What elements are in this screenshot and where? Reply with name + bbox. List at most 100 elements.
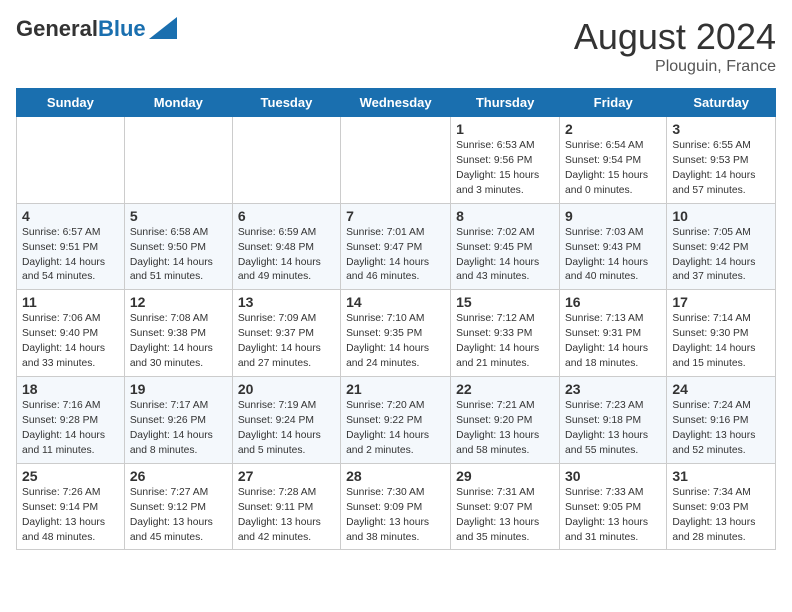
logo-triangle-icon xyxy=(149,17,177,39)
calendar-cell: 2 Sunrise: 6:54 AMSunset: 9:54 PMDaylight… xyxy=(560,117,667,204)
day-info: Sunrise: 7:02 AMSunset: 9:45 PMDaylight:… xyxy=(456,226,554,286)
calendar-cell: 30 Sunrise: 7:33 AMSunset: 9:05 PMDayligh… xyxy=(560,463,667,550)
day-number: 12 xyxy=(130,294,227,310)
calendar-cell: 6Sunrise: 6:59 AMSunset: 9:48 PMDaylight… xyxy=(232,203,340,290)
day-number: 2 xyxy=(565,121,661,137)
day-number: 18 xyxy=(22,381,119,397)
day-number: 23 xyxy=(565,381,661,397)
weekday-header-monday: Monday xyxy=(124,89,232,117)
calendar-cell: 20 Sunrise: 7:19 AMSunset: 9:24 PMDayligh… xyxy=(232,377,340,464)
day-info: Sunrise: 7:33 AMSunset: 9:05 PMDaylight:… xyxy=(565,486,661,546)
calendar-cell: 9 Sunrise: 7:03 AMSunset: 9:43 PMDaylight… xyxy=(560,203,667,290)
calendar-cell: 12 Sunrise: 7:08 AMSunset: 9:38 PMDayligh… xyxy=(124,290,232,377)
day-number: 21 xyxy=(346,381,445,397)
calendar-cell: 18 Sunrise: 7:16 AMSunset: 9:28 PMDayligh… xyxy=(17,377,125,464)
day-number: 24 xyxy=(672,381,770,397)
day-number: 20 xyxy=(238,381,335,397)
calendar-cell: 14 Sunrise: 7:10 AMSunset: 9:35 PMDayligh… xyxy=(341,290,451,377)
logo: General Blue xyxy=(16,16,177,42)
day-info: Sunrise: 7:03 AMSunset: 9:43 PMDaylight:… xyxy=(565,226,661,286)
day-info: Sunrise: 7:23 AMSunset: 9:18 PMDaylight:… xyxy=(565,399,661,459)
calendar-cell: 27Sunrise: 7:28 AMSunset: 9:11 PMDayligh… xyxy=(232,463,340,550)
calendar-cell: 13Sunrise: 7:09 AMSunset: 9:37 PMDayligh… xyxy=(232,290,340,377)
day-number: 9 xyxy=(565,208,661,224)
calendar-cell: 15 Sunrise: 7:12 AMSunset: 9:33 PMDayligh… xyxy=(451,290,560,377)
day-number: 8 xyxy=(456,208,554,224)
day-info: Sunrise: 7:17 AMSunset: 9:26 PMDaylight:… xyxy=(130,399,227,459)
weekday-header-sunday: Sunday xyxy=(17,89,125,117)
calendar-cell: 26 Sunrise: 7:27 AMSunset: 9:12 PMDayligh… xyxy=(124,463,232,550)
day-number: 29 xyxy=(456,468,554,484)
day-number: 16 xyxy=(565,294,661,310)
day-info: Sunrise: 7:20 AMSunset: 9:22 PMDaylight:… xyxy=(346,399,445,459)
day-info: Sunrise: 7:19 AMSunset: 9:24 PMDaylight:… xyxy=(238,399,335,459)
calendar-cell: 17 Sunrise: 7:14 AMSunset: 9:30 PMDayligh… xyxy=(667,290,776,377)
day-info: Sunrise: 7:16 AMSunset: 9:28 PMDaylight:… xyxy=(22,399,119,459)
day-number: 3 xyxy=(672,121,770,137)
calendar-cell: 23 Sunrise: 7:23 AMSunset: 9:18 PMDayligh… xyxy=(560,377,667,464)
weekday-header-wednesday: Wednesday xyxy=(341,89,451,117)
calendar-table: SundayMondayTuesdayWednesdayThursdayFrid… xyxy=(16,88,776,550)
day-info: Sunrise: 7:30 AMSunset: 9:09 PMDaylight:… xyxy=(346,486,445,546)
calendar-cell xyxy=(17,117,125,204)
day-info: Sunrise: 6:59 AMSunset: 9:48 PMDaylight:… xyxy=(238,226,335,286)
calendar-cell: 8 Sunrise: 7:02 AMSunset: 9:45 PMDaylight… xyxy=(451,203,560,290)
page-header: General Blue August 2024 Plouguin, Franc… xyxy=(16,16,776,76)
calendar-cell: 19Sunrise: 7:17 AMSunset: 9:26 PMDayligh… xyxy=(124,377,232,464)
day-info: Sunrise: 7:26 AMSunset: 9:14 PMDaylight:… xyxy=(22,486,119,546)
day-number: 25 xyxy=(22,468,119,484)
day-info: Sunrise: 7:14 AMSunset: 9:30 PMDaylight:… xyxy=(672,312,770,372)
day-info: Sunrise: 7:12 AMSunset: 9:33 PMDaylight:… xyxy=(456,312,554,372)
day-number: 4 xyxy=(22,208,119,224)
day-number: 5 xyxy=(130,208,227,224)
day-number: 17 xyxy=(672,294,770,310)
logo-general: General xyxy=(16,16,98,42)
day-info: Sunrise: 7:27 AMSunset: 9:12 PMDaylight:… xyxy=(130,486,227,546)
weekday-header-friday: Friday xyxy=(560,89,667,117)
weekday-header-thursday: Thursday xyxy=(451,89,560,117)
calendar-cell: 11 Sunrise: 7:06 AMSunset: 9:40 PMDayligh… xyxy=(17,290,125,377)
day-number: 7 xyxy=(346,208,445,224)
day-number: 26 xyxy=(130,468,227,484)
day-number: 30 xyxy=(565,468,661,484)
day-number: 14 xyxy=(346,294,445,310)
calendar-cell: 29 Sunrise: 7:31 AMSunset: 9:07 PMDayligh… xyxy=(451,463,560,550)
calendar-cell: 24 Sunrise: 7:24 AMSunset: 9:16 PMDayligh… xyxy=(667,377,776,464)
location: Plouguin, France xyxy=(574,58,776,76)
calendar-cell: 21 Sunrise: 7:20 AMSunset: 9:22 PMDayligh… xyxy=(341,377,451,464)
calendar-cell: 5 Sunrise: 6:58 AMSunset: 9:50 PMDaylight… xyxy=(124,203,232,290)
day-info: Sunrise: 6:55 AMSunset: 9:53 PMDaylight:… xyxy=(672,139,770,199)
day-number: 27 xyxy=(238,468,335,484)
day-info: Sunrise: 6:57 AMSunset: 9:51 PMDaylight:… xyxy=(22,226,119,286)
day-number: 28 xyxy=(346,468,445,484)
day-info: Sunrise: 6:54 AMSunset: 9:54 PMDaylight:… xyxy=(565,139,661,199)
calendar-cell: 31Sunrise: 7:34 AMSunset: 9:03 PMDayligh… xyxy=(667,463,776,550)
day-info: Sunrise: 7:08 AMSunset: 9:38 PMDaylight:… xyxy=(130,312,227,372)
day-info: Sunrise: 6:58 AMSunset: 9:50 PMDaylight:… xyxy=(130,226,227,286)
calendar-cell: 1Sunrise: 6:53 AMSunset: 9:56 PMDaylight… xyxy=(451,117,560,204)
day-number: 15 xyxy=(456,294,554,310)
calendar-cell: 10 Sunrise: 7:05 AMSunset: 9:42 PMDayligh… xyxy=(667,203,776,290)
day-info: Sunrise: 7:13 AMSunset: 9:31 PMDaylight:… xyxy=(565,312,661,372)
day-info: Sunrise: 7:10 AMSunset: 9:35 PMDaylight:… xyxy=(346,312,445,372)
calendar-cell: 25 Sunrise: 7:26 AMSunset: 9:14 PMDayligh… xyxy=(17,463,125,550)
calendar-cell: 3 Sunrise: 6:55 AMSunset: 9:53 PMDaylight… xyxy=(667,117,776,204)
day-number: 1 xyxy=(456,121,554,137)
day-info: Sunrise: 7:31 AMSunset: 9:07 PMDaylight:… xyxy=(456,486,554,546)
calendar-cell xyxy=(341,117,451,204)
weekday-header-saturday: Saturday xyxy=(667,89,776,117)
calendar-cell xyxy=(124,117,232,204)
day-number: 11 xyxy=(22,294,119,310)
calendar-cell xyxy=(232,117,340,204)
title-block: August 2024 Plouguin, France xyxy=(574,16,776,76)
calendar-cell: 7Sunrise: 7:01 AMSunset: 9:47 PMDaylight… xyxy=(341,203,451,290)
day-number: 13 xyxy=(238,294,335,310)
calendar-cell: 4 Sunrise: 6:57 AMSunset: 9:51 PMDaylight… xyxy=(17,203,125,290)
day-info: Sunrise: 7:06 AMSunset: 9:40 PMDaylight:… xyxy=(22,312,119,372)
day-number: 22 xyxy=(456,381,554,397)
month-title: August 2024 xyxy=(574,16,776,58)
day-number: 10 xyxy=(672,208,770,224)
calendar-cell: 16 Sunrise: 7:13 AMSunset: 9:31 PMDayligh… xyxy=(560,290,667,377)
day-info: Sunrise: 7:24 AMSunset: 9:16 PMDaylight:… xyxy=(672,399,770,459)
day-info: Sunrise: 7:05 AMSunset: 9:42 PMDaylight:… xyxy=(672,226,770,286)
